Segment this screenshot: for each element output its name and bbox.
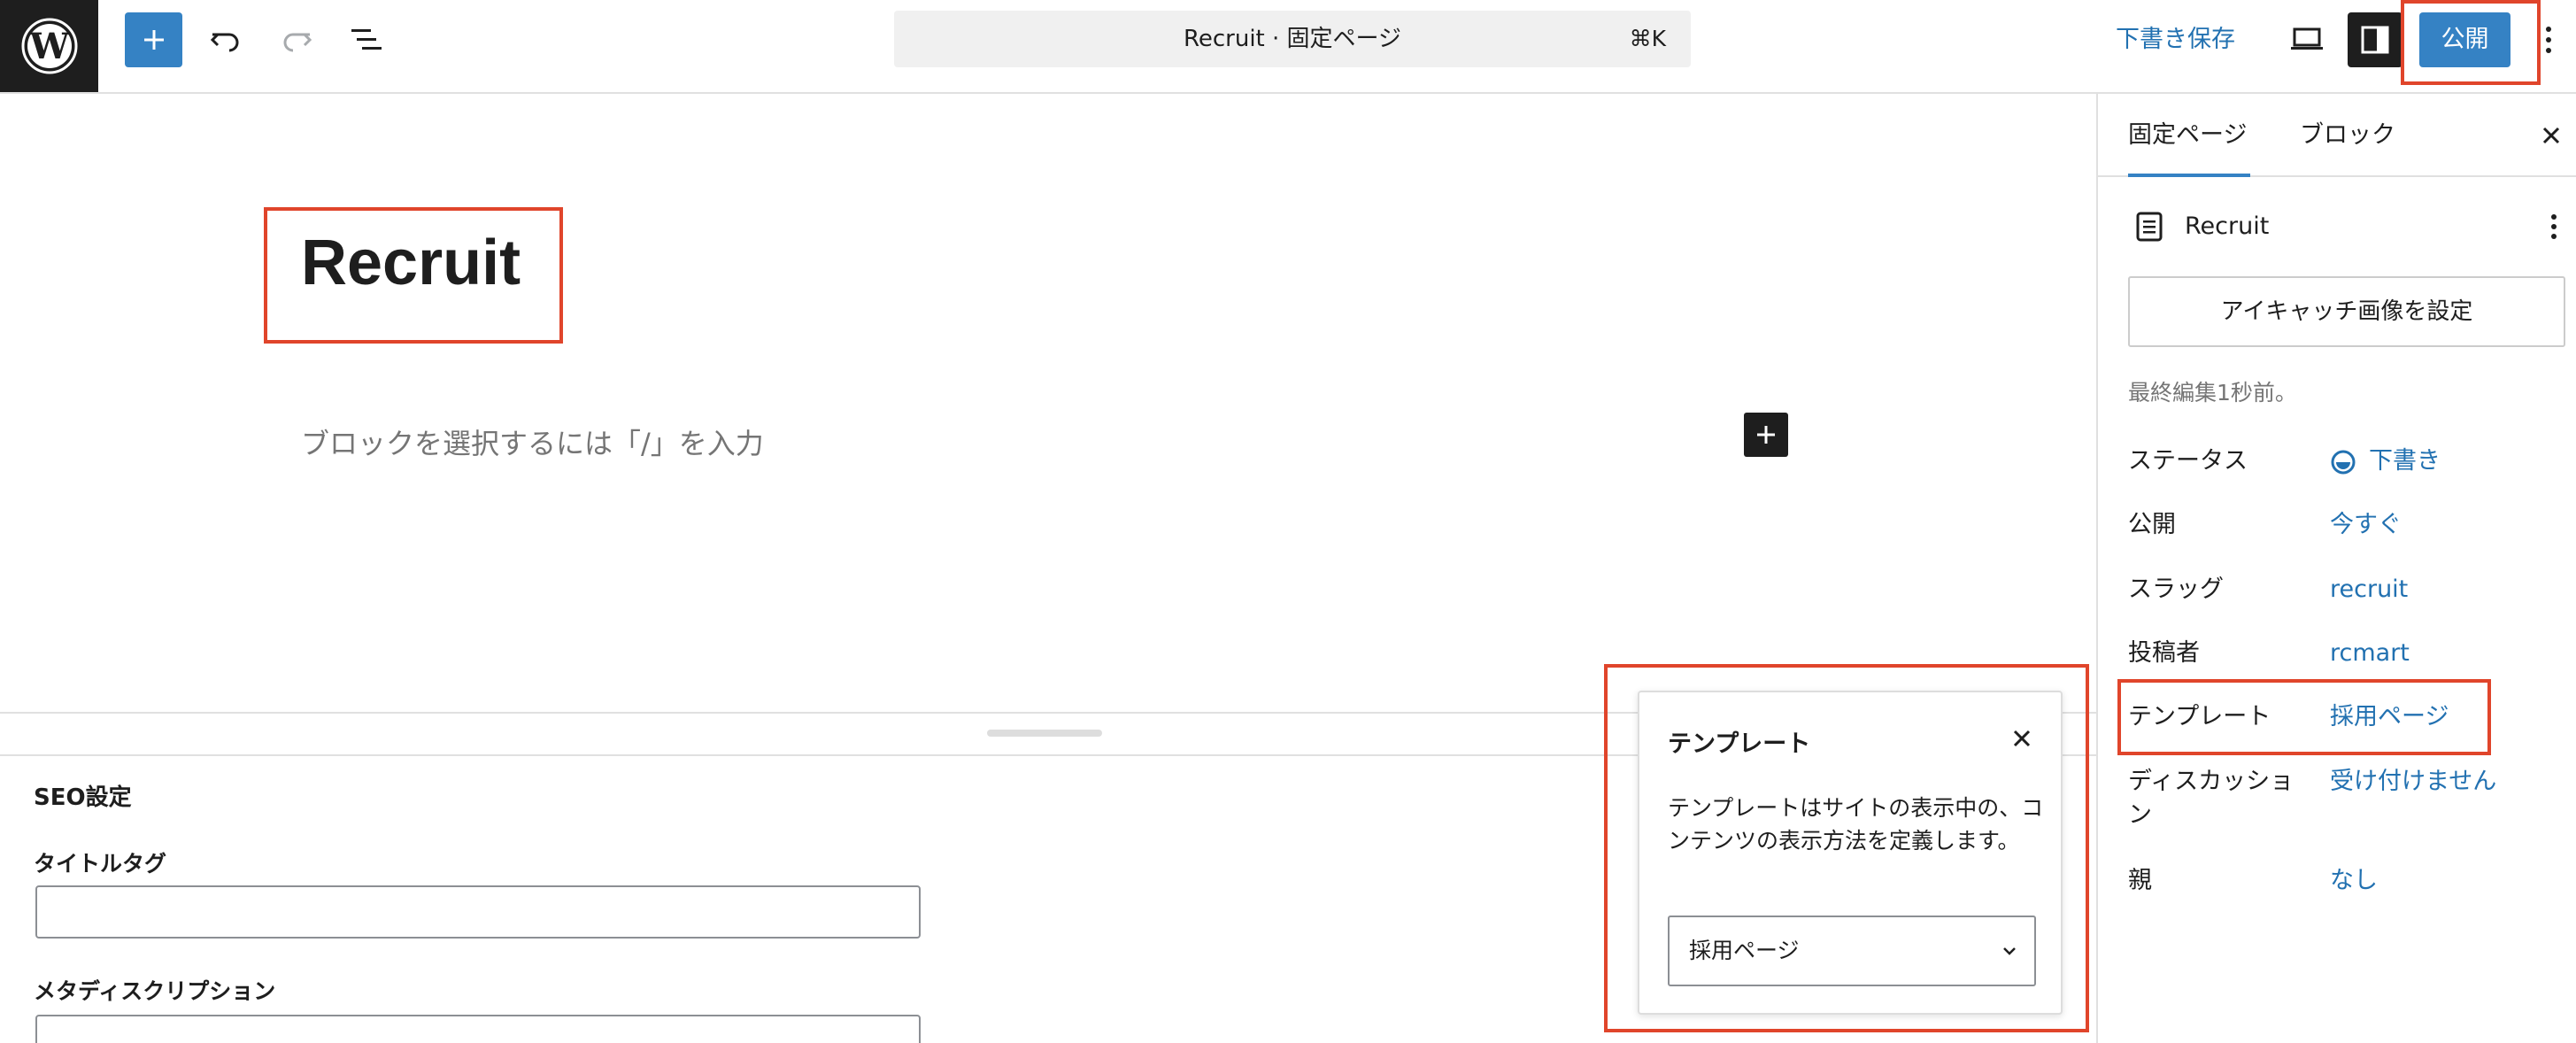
seo-heading: SEO設定 [34,784,132,811]
publish-date-value[interactable]: 今すぐ [2330,508,2402,542]
undo-icon [210,33,239,52]
highlight-template-popover [1604,664,2089,1032]
settings-sidebar: 固定ページ ブロック Recruit アイキャッチ画像を設定 最終編集1秒前。 … [2096,94,2576,1043]
highlight-publish [2401,0,2541,85]
draft-status-icon [2331,450,2356,474]
close-sidebar-button[interactable] [2532,116,2571,155]
plus-icon [1757,426,1775,444]
block-placeholder[interactable]: ブロックを選択するには「/」を入力 [301,421,764,462]
parent-label: 親 [2128,867,2152,894]
last-edited-text: 最終編集1秒前。 [2128,380,2297,406]
vertical-ellipsis-icon [2551,214,2557,239]
sidebar-tabs: 固定ページ ブロック [2098,94,2576,177]
command-palette-bar[interactable]: Recruit · 固定ページ ⌘K [894,11,1691,67]
top-toolbar: W Recruit · 固定ページ ⌘K 下書き保存 公開 [0,0,2576,94]
discussion-label: ディスカッション [2128,768,2294,829]
editor-canvas: Recruit ブロックを選択するには「/」を入力 [0,94,2096,714]
save-draft-button[interactable]: 下書き保存 [2116,18,2235,62]
desktop-icon [2291,27,2323,50]
set-featured-image-button[interactable]: アイキャッチ画像を設定 [2128,276,2565,347]
document-overview-button[interactable] [340,12,395,67]
meta-description-label: メタディスクリプション [34,978,276,1004]
list-view-icon [351,29,382,50]
wordpress-logo-icon[interactable]: W [0,0,98,92]
title-tag-input[interactable] [35,885,921,939]
parent-value[interactable]: なし [2330,864,2378,898]
sidebar-icon [2361,26,2389,54]
status-label: ステータス [2128,447,2248,475]
page-actions-button[interactable] [2541,209,2567,244]
inline-add-block-button[interactable] [1744,413,1788,457]
author-label: 投稿者 [2128,639,2200,667]
discussion-value[interactable]: 受け付けません [2330,765,2496,799]
status-value[interactable]: 下書き [2330,444,2441,478]
vertical-ellipsis-icon [2546,27,2551,53]
add-block-button[interactable] [125,12,182,67]
settings-toggle-button[interactable] [2348,12,2402,67]
keyboard-shortcut: ⌘K [1629,26,1666,51]
document-title: Recruit · 固定ページ [1183,26,1402,52]
resize-handle[interactable] [987,730,1102,737]
page-icon [2132,209,2167,244]
svg-text:W: W [28,26,70,67]
preview-button[interactable] [2279,12,2334,67]
highlight-title [264,207,563,344]
tab-block[interactable]: ブロック [2300,94,2395,177]
close-icon [2542,127,2560,144]
slug-value[interactable]: recruit [2330,573,2408,606]
slug-label: スラッグ [2128,576,2224,603]
title-tag-label: タイトルタグ [34,851,167,877]
page-name: Recruit [2185,212,2270,240]
undo-button[interactable] [198,12,253,67]
meta-description-input[interactable] [35,1015,921,1043]
editor-screen: W Recruit · 固定ページ ⌘K 下書き保存 公開 Recruit ブロ… [0,0,2576,1043]
highlight-template-row [2117,679,2491,755]
plus-icon [143,30,164,50]
tab-page[interactable]: 固定ページ [2128,94,2250,177]
redo-button[interactable] [269,12,324,67]
status-value-text: 下書き [2369,447,2441,475]
redo-icon [283,33,312,52]
author-value[interactable]: rcmart [2330,637,2410,670]
publish-label: 公開 [2128,511,2176,538]
